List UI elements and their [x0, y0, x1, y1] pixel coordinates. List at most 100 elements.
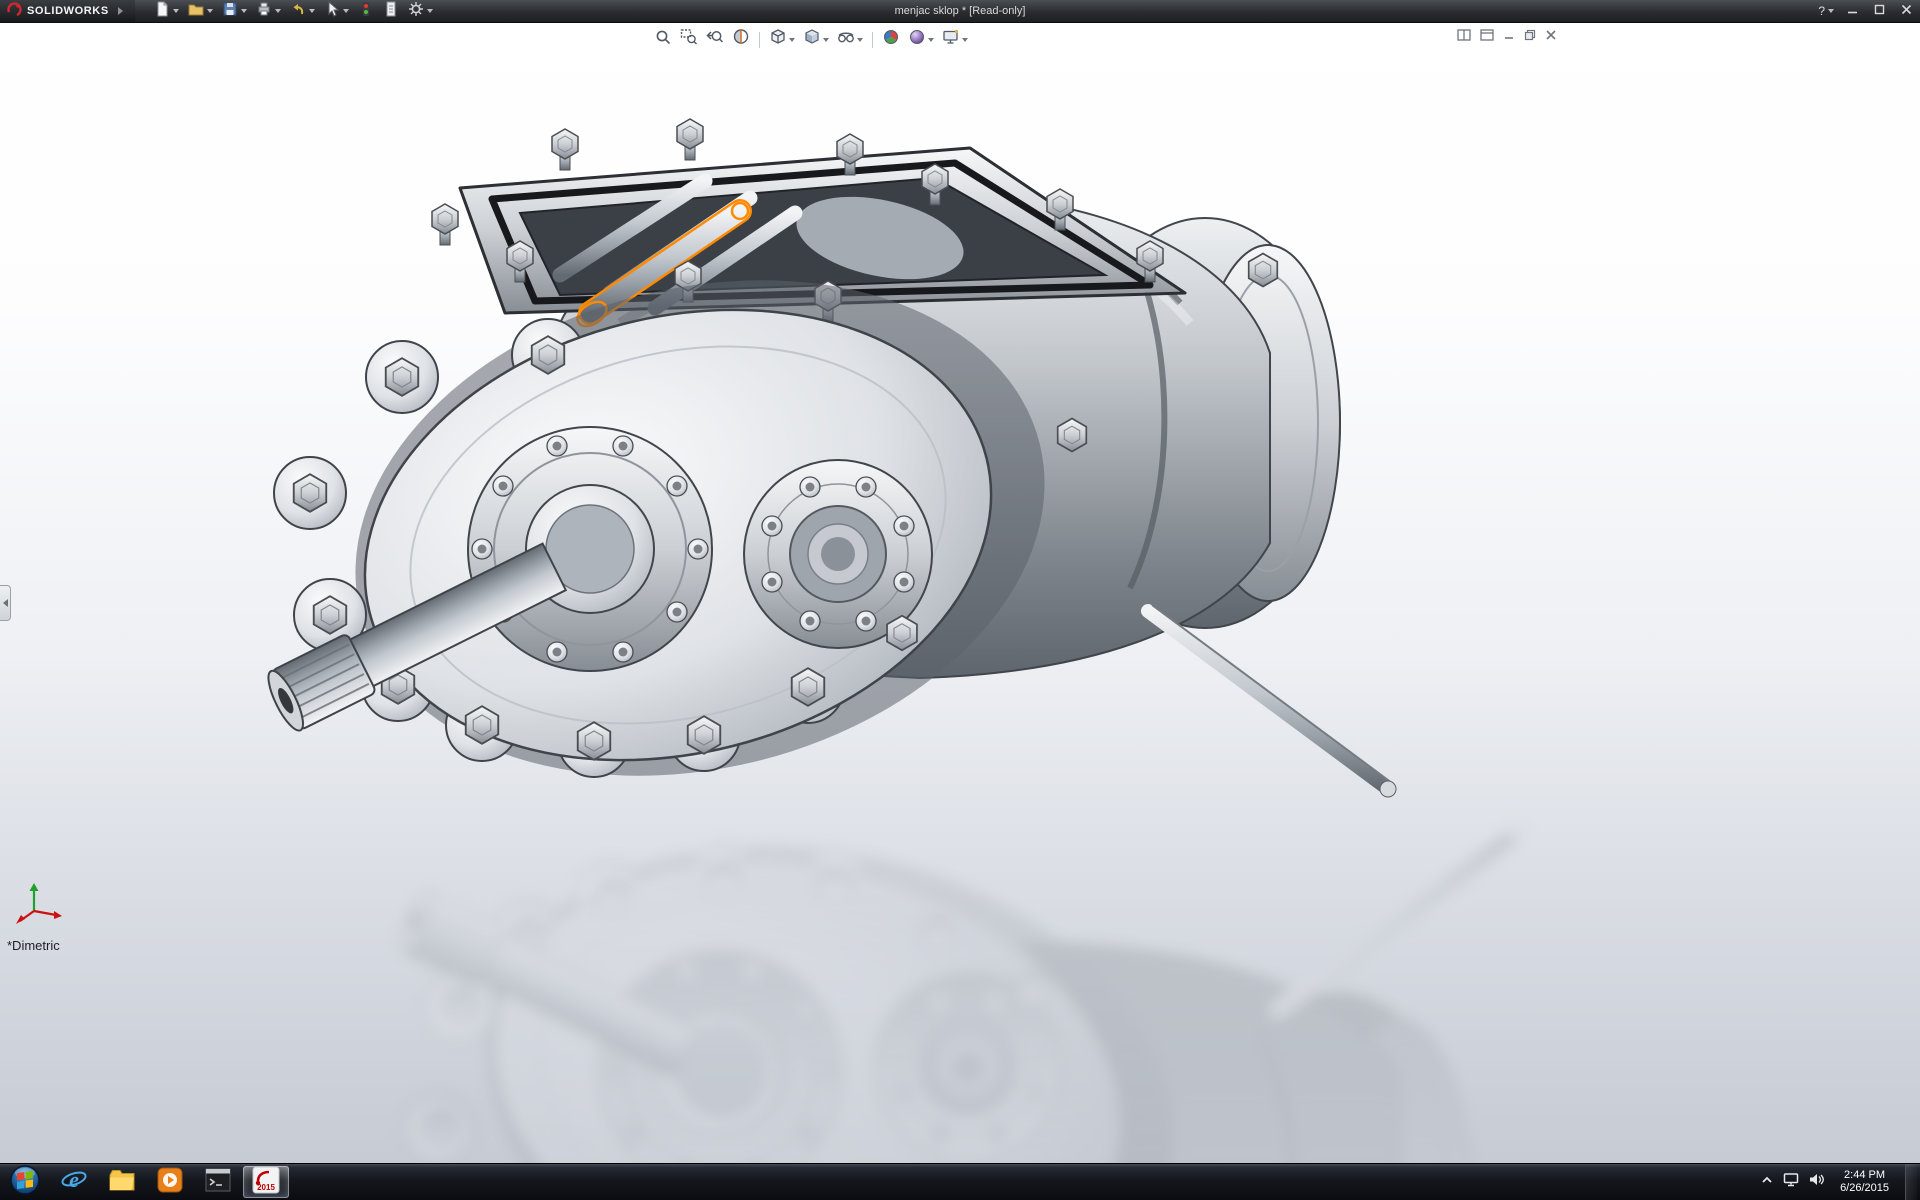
edit-appearance-ball-icon [882, 28, 900, 51]
taskbar-command-prompt[interactable] [195, 1166, 241, 1198]
reference-triad [12, 875, 68, 932]
minimize-icon [1847, 2, 1858, 20]
titlebar: SOLIDWORKS [0, 0, 1920, 23]
hide-show-glasses-icon [837, 28, 855, 51]
taskbar-solidworks-2015[interactable]: 2015 [243, 1166, 289, 1198]
command-prompt-icon [205, 1168, 231, 1197]
full-pane-button[interactable] [1480, 28, 1494, 46]
maximize-icon [1874, 2, 1885, 20]
zoom-to-area-icon [680, 28, 698, 51]
save-icon [222, 1, 238, 22]
print-dropdown-icon[interactable] [275, 9, 281, 13]
view-orientation-cube-icon [769, 28, 787, 51]
options-button[interactable] [405, 0, 436, 24]
doc-minimize-button[interactable] [1503, 28, 1515, 46]
hide-show-dropdown-icon[interactable] [857, 38, 863, 42]
titlebar-controls: ? [1813, 0, 1920, 22]
undo-button[interactable] [287, 0, 318, 24]
heads-up-view-toolbar [652, 26, 970, 53]
save-dropdown-icon[interactable] [241, 9, 247, 13]
output-shaft[interactable] [1148, 605, 1396, 797]
options-dropdown-icon[interactable] [427, 9, 433, 13]
zoom-to-area-button[interactable] [678, 26, 700, 53]
clock-time: 2:44 PM [1840, 1169, 1889, 1182]
previous-view-button[interactable] [704, 26, 726, 53]
folder-icon [108, 1167, 136, 1198]
solidworks-menu-button[interactable]: SOLIDWORKS [0, 0, 135, 22]
start-button[interactable] [0, 1164, 50, 1200]
taskbar-media-player[interactable] [147, 1166, 193, 1198]
model-reflection [392, 775, 1526, 1163]
file-properties-button[interactable] [380, 0, 402, 24]
input-bearing-boss[interactable] [468, 427, 712, 671]
new-button[interactable] [151, 0, 182, 24]
doc-close-button[interactable] [1545, 28, 1557, 46]
view-settings-button[interactable] [940, 26, 970, 53]
display-style-dropdown-icon[interactable] [823, 38, 829, 42]
feature-manager-flyout-tab[interactable] [0, 585, 11, 621]
volume-tray-icon[interactable] [1808, 1172, 1824, 1192]
help-label: ? [1818, 4, 1825, 18]
doc-restore-button[interactable] [1524, 28, 1536, 46]
zoom-to-fit-icon [654, 28, 672, 51]
open-folder-icon [188, 1, 204, 22]
close-button[interactable] [1893, 0, 1920, 22]
view-orientation-label: *Dimetric [7, 938, 60, 953]
brand-label: SOLIDWORKS [27, 5, 109, 17]
file-properties-icon [383, 1, 399, 22]
edit-appearance-button[interactable] [880, 26, 902, 53]
display-style-button[interactable] [801, 26, 831, 53]
section-view-button[interactable] [730, 26, 752, 53]
maximize-button[interactable] [1866, 0, 1893, 22]
select-dropdown-icon[interactable] [343, 9, 349, 13]
select-button[interactable] [321, 0, 352, 24]
view-settings-dropdown-icon[interactable] [962, 38, 968, 42]
display-style-cube-icon [803, 28, 821, 51]
clock-date: 6/26/2015 [1840, 1182, 1889, 1195]
help-dropdown-icon[interactable] [1828, 9, 1834, 13]
menu-expand-icon [118, 7, 123, 15]
view-orientation-button[interactable] [767, 26, 797, 53]
new-document-icon [154, 1, 170, 22]
model-canvas[interactable] [0, 23, 1920, 1163]
undo-dropdown-icon[interactable] [309, 9, 315, 13]
taskbar-clock[interactable]: 2:44 PM 6/26/2015 [1833, 1169, 1896, 1195]
svg-text:e: e [69, 1167, 79, 1192]
open-button[interactable] [185, 0, 216, 24]
save-button[interactable] [219, 0, 250, 24]
apply-scene-dropdown-icon[interactable] [928, 38, 934, 42]
split-pane-button[interactable] [1457, 28, 1471, 46]
new-dropdown-icon[interactable] [173, 9, 179, 13]
minimize-button[interactable] [1839, 0, 1866, 22]
system-tray: 2:44 PM 6/26/2015 [1760, 1164, 1920, 1200]
show-desktop-button[interactable] [1905, 1164, 1917, 1200]
taskbar-internet-explorer[interactable]: e [51, 1166, 97, 1198]
print-button[interactable] [253, 0, 284, 24]
solidworks-window: SOLIDWORKS [0, 0, 1920, 1200]
gearbox-assembly[interactable] [262, 119, 1396, 846]
apply-scene-ball-icon [908, 28, 926, 51]
toolbar-separator [872, 32, 873, 48]
open-dropdown-icon[interactable] [207, 9, 213, 13]
quick-access-toolbar [151, 0, 436, 24]
taskbar-windows-explorer[interactable] [99, 1166, 145, 1198]
graphics-area[interactable]: *Dimetric [0, 23, 1920, 1163]
document-window-controls [1457, 28, 1557, 46]
hide-show-items-button[interactable] [835, 26, 865, 53]
section-view-icon [732, 28, 750, 51]
media-player-icon [157, 1167, 183, 1198]
rebuild-button[interactable] [355, 0, 377, 24]
apply-scene-button[interactable] [906, 26, 936, 53]
solidworks-logo-icon [6, 1, 22, 22]
previous-view-icon [706, 28, 724, 51]
help-button[interactable]: ? [1813, 0, 1839, 22]
internet-explorer-icon: e [60, 1166, 88, 1199]
undo-icon [290, 1, 306, 22]
view-orientation-dropdown-icon[interactable] [789, 38, 795, 42]
hidden-icons-chevron-icon[interactable] [1760, 1173, 1774, 1191]
display-tray-icon[interactable] [1783, 1172, 1799, 1192]
zoom-to-fit-button[interactable] [652, 26, 674, 53]
flyout-collapse-icon [3, 599, 8, 607]
windows-taskbar: e [0, 1163, 1920, 1200]
view-settings-icon [942, 28, 960, 51]
